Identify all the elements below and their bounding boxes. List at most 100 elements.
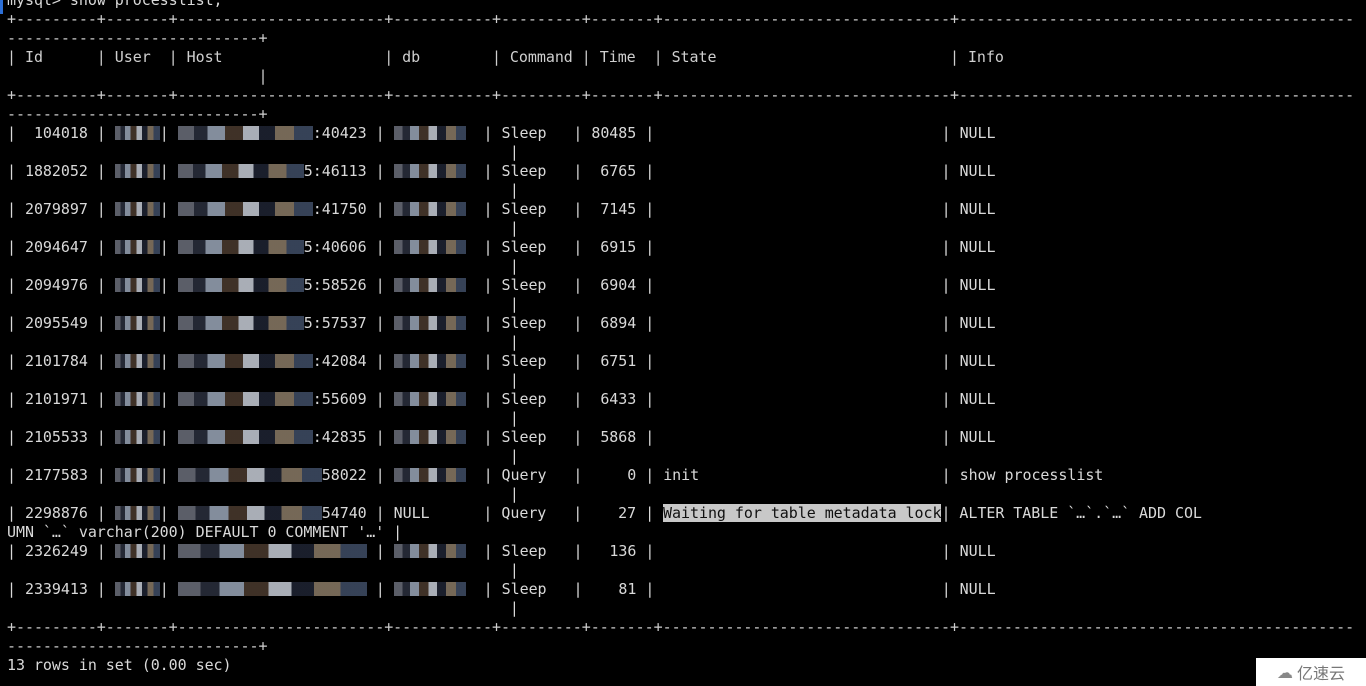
host-cell: 5:46113 | xyxy=(169,162,385,180)
host-cell: :55609 | xyxy=(169,390,385,408)
table-row: | 2094976 | | 5:58526 | | Sleep | 6904 |… xyxy=(7,276,1354,295)
table-row-wrap: UMN `…` varchar(200) DEFAULT 0 COMMENT '… xyxy=(7,523,1354,542)
redacted-host xyxy=(177,392,313,406)
row-info: NULL xyxy=(959,352,996,370)
redacted-host xyxy=(177,278,304,292)
cloud-logo-icon: ☁ xyxy=(1276,662,1293,682)
redacted-db xyxy=(393,240,466,254)
row-command: Sleep | xyxy=(492,238,583,256)
db-cell: | xyxy=(385,124,493,142)
row-info: ALTER TABLE `…`.`…` ADD COL xyxy=(959,504,1202,522)
row-id: | 1882052 | xyxy=(7,162,106,180)
pad: | xyxy=(663,238,960,256)
table-border: ----------------------------+ xyxy=(7,105,268,123)
redacted-user xyxy=(114,468,160,482)
pad: | xyxy=(663,124,960,142)
redacted-host xyxy=(177,164,304,178)
row-time: 27 | xyxy=(582,504,664,522)
host-cell: 5:58526 | xyxy=(169,276,385,294)
table-row-wrap: | xyxy=(7,257,1354,276)
host-cell: :42084 | xyxy=(169,352,385,370)
row-time: 6765 | xyxy=(582,162,664,180)
row-command: Sleep | xyxy=(492,542,583,560)
pad: | xyxy=(663,162,960,180)
redacted-user xyxy=(114,202,160,216)
redacted-db xyxy=(393,316,466,330)
host-cell: 5:40606 | xyxy=(169,238,385,256)
row-time: 6915 | xyxy=(582,238,664,256)
redacted-db xyxy=(393,354,466,368)
table-border: +---------+-------+---------------------… xyxy=(7,618,1354,637)
row-id: | 2326249 | xyxy=(7,542,106,560)
row-time: 6904 | xyxy=(582,276,664,294)
redacted-user xyxy=(114,354,160,368)
table-row-wrap: | xyxy=(7,295,1354,314)
row-id: | 2101971 | xyxy=(7,390,106,408)
terminal-output: mysql> show processlist; +---------+-----… xyxy=(7,0,1354,675)
row-id: | 2101784 | xyxy=(7,352,106,370)
table-row-wrap: | xyxy=(7,371,1354,390)
wrap-pipe: | xyxy=(7,485,519,503)
user-cell: | xyxy=(106,162,169,180)
pad: | xyxy=(663,428,960,446)
mysql-prompt: mysql> show processlist; xyxy=(7,0,223,9)
redacted-host xyxy=(177,468,322,482)
user-cell: | xyxy=(106,238,169,256)
row-id: | 2105533 | xyxy=(7,428,106,446)
redacted-user xyxy=(114,582,160,596)
row-command: Sleep | xyxy=(492,314,583,332)
host-cell: 5:57537 | xyxy=(169,314,385,332)
row-command: Sleep | xyxy=(492,390,583,408)
table-border: +---------+-------+---------------------… xyxy=(7,10,1355,28)
redacted-host xyxy=(177,316,304,330)
row-id: | 2094647 | xyxy=(7,238,106,256)
table-row: | 2094647 | | 5:40606 | | Sleep | 6915 |… xyxy=(7,238,1354,257)
watermark: ☁ 亿速云 xyxy=(1256,658,1366,686)
table-border: +---------+-------+---------------------… xyxy=(7,10,1354,29)
row-info-wrapped: UMN `…` varchar(200) DEFAULT 0 COMMENT '… xyxy=(7,523,403,541)
db-cell: | xyxy=(385,390,493,408)
redacted-host xyxy=(177,582,367,596)
user-cell: | xyxy=(106,428,169,446)
redacted-host xyxy=(177,506,322,520)
row-state: init xyxy=(663,466,700,484)
wrap-pipe: | xyxy=(7,257,519,275)
table-border: ----------------------------+ xyxy=(7,637,1354,656)
row-id: | 2339413 | xyxy=(7,580,106,598)
table-border: ----------------------------+ xyxy=(7,637,268,655)
redacted-user xyxy=(114,278,160,292)
table-header: | Id | User | Host | db | Command | Time… xyxy=(7,48,1354,67)
wrap-pipe: | xyxy=(7,219,519,237)
table-row-wrap: | xyxy=(7,561,1354,580)
db-cell: | xyxy=(385,352,493,370)
footer-line: 13 rows in set (0.00 sec) xyxy=(7,656,1354,675)
db-cell: | xyxy=(385,542,493,560)
db-cell: | xyxy=(385,466,493,484)
pad: | xyxy=(663,314,960,332)
redacted-user xyxy=(114,430,160,444)
row-time: 7145 | xyxy=(582,200,664,218)
pad: | xyxy=(663,390,960,408)
table-row: | 104018 | | :40423 | | Sleep | 80485 | … xyxy=(7,124,1354,143)
db-cell: NULL | xyxy=(384,504,493,522)
row-command: Query | xyxy=(492,466,583,484)
row-time: 0 | xyxy=(582,466,664,484)
redacted-user xyxy=(114,126,160,140)
table-row: | 2339413 | | | | Sleep | 81 | | NULL xyxy=(7,580,1354,599)
redacted-user xyxy=(114,316,160,330)
user-cell: | xyxy=(106,124,169,142)
user-cell: | xyxy=(106,580,169,598)
wrap-pipe: | xyxy=(7,181,519,199)
pad: | xyxy=(663,200,960,218)
table-border: +---------+-------+---------------------… xyxy=(7,618,1355,636)
user-cell: | xyxy=(106,504,169,522)
table-border: +---------+-------+---------------------… xyxy=(7,86,1354,105)
row-id: | 2079897 | xyxy=(7,200,106,218)
table-row: | 2177583 | | 58022 | | Query | 0 | init… xyxy=(7,466,1354,485)
row-info: NULL xyxy=(959,162,996,180)
user-cell: | xyxy=(106,200,169,218)
user-cell: | xyxy=(106,352,169,370)
redacted-host xyxy=(177,240,304,254)
row-info: NULL xyxy=(959,542,996,560)
row-info: show processlist xyxy=(959,466,1104,484)
